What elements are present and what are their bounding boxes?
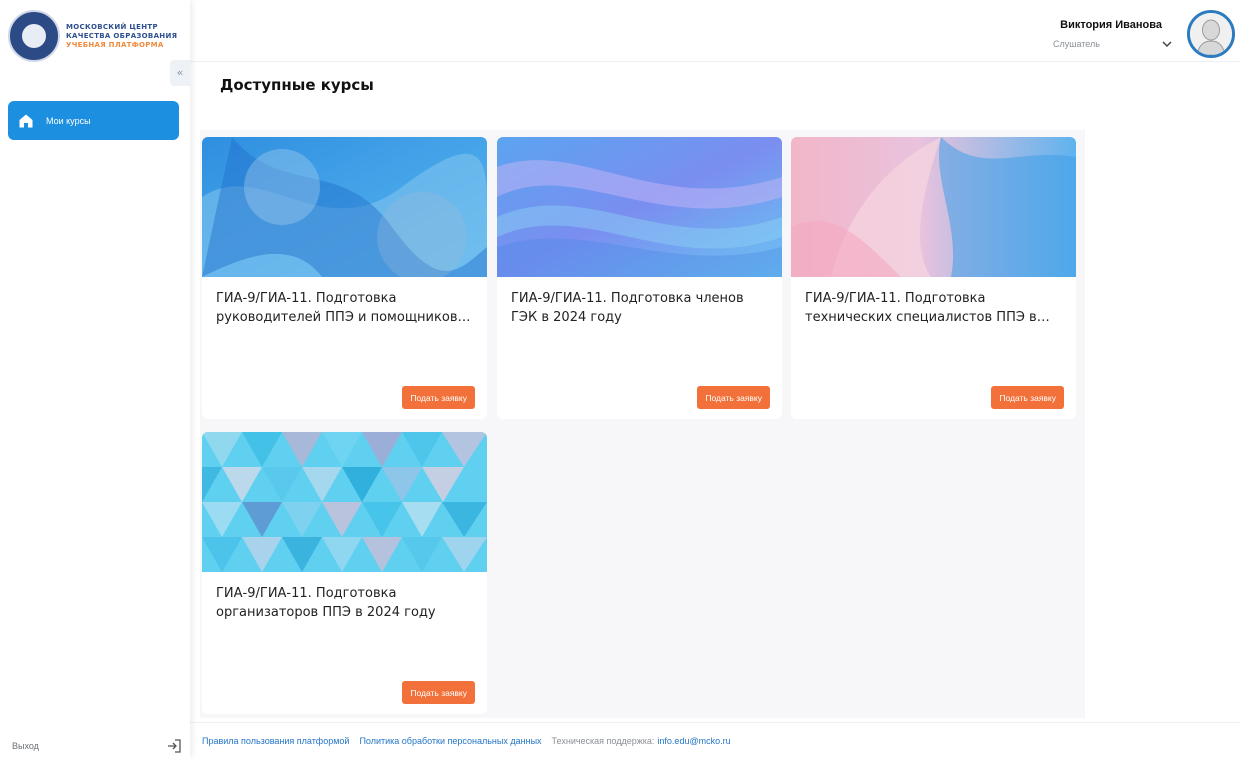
logo[interactable]: МОСКОВСКИЙ ЦЕНТР КАЧЕСТВА ОБРАЗОВАНИЯ УЧ… [8, 10, 177, 62]
footer: Правила пользования платформой Политика … [190, 722, 1240, 758]
support-label: Техническая поддержка: [551, 735, 655, 746]
sidebar: МОСКОВСКИЙ ЦЕНТР КАЧЕСТВА ОБРАЗОВАНИЯ УЧ… [0, 0, 190, 758]
apply-button[interactable]: Подать заявку [697, 386, 770, 409]
collapse-sidebar-button[interactable]: « [170, 60, 190, 86]
user-role: Слушатель [1053, 39, 1100, 49]
course-title[interactable]: ГИА-9/ГИА-11. Подготовка руководителей П… [216, 289, 478, 327]
apply-button[interactable]: Подать заявку [991, 386, 1064, 409]
user-avatar-icon [1190, 13, 1232, 55]
logo-text: МОСКОВСКИЙ ЦЕНТР КАЧЕСТВА ОБРАЗОВАНИЯ УЧ… [66, 23, 177, 50]
privacy-policy-link[interactable]: Политика обработки персональных данных [359, 736, 541, 746]
course-card[interactable]: ГИА-9/ГИА-11. Подготовка руководителей П… [202, 137, 487, 419]
logo-line3: УЧЕБНАЯ ПЛАТФОРМА [66, 40, 164, 49]
course-title[interactable]: ГИА-9/ГИА-11. Подготовка технических спе… [805, 289, 1067, 327]
course-cover-image [202, 432, 487, 572]
apply-button[interactable]: Подать заявку [402, 386, 475, 409]
logout-icon [168, 739, 181, 753]
course-cover-image [202, 137, 487, 277]
course-card[interactable]: ГИА-9/ГИА-11. Подготовка членов ГЭК в 20… [497, 137, 782, 419]
sidebar-item-label: Мои курсы [46, 115, 91, 126]
avatar[interactable] [1187, 10, 1235, 58]
sidebar-item-my-courses[interactable]: Мои курсы [8, 101, 179, 140]
chevron-down-icon[interactable] [1161, 38, 1173, 50]
support-email-link[interactable]: info.edu@mcko.ru [657, 736, 730, 746]
top-header: Виктория Иванова Слушатель [190, 0, 1240, 62]
course-cover-image [791, 137, 1076, 277]
page-title: Доступные курсы [220, 76, 374, 94]
user-name: Виктория Иванова [1060, 19, 1162, 31]
course-title[interactable]: ГИА-9/ГИА-11. Подготовка организаторов П… [216, 584, 478, 622]
course-card[interactable]: ГИА-9/ГИА-11. Подготовка технических спе… [791, 137, 1076, 419]
course-card[interactable]: ГИА-9/ГИА-11. Подготовка организаторов П… [202, 432, 487, 714]
course-grid: ГИА-9/ГИА-11. Подготовка руководителей П… [200, 130, 1085, 718]
logout-label: Выход [12, 741, 39, 751]
course-cover-image [497, 137, 782, 277]
logout-button[interactable]: Выход [12, 736, 182, 756]
logo-emblem-icon [8, 10, 60, 62]
rules-link[interactable]: Правила пользования платформой [202, 736, 349, 746]
logo-line1: МОСКОВСКИЙ ЦЕНТР [66, 22, 158, 31]
logo-line2: КАЧЕСТВА ОБРАЗОВАНИЯ [66, 31, 178, 40]
home-icon [19, 114, 33, 127]
course-title[interactable]: ГИА-9/ГИА-11. Подготовка членов ГЭК в 20… [511, 289, 773, 327]
apply-button[interactable]: Подать заявку [402, 681, 475, 704]
